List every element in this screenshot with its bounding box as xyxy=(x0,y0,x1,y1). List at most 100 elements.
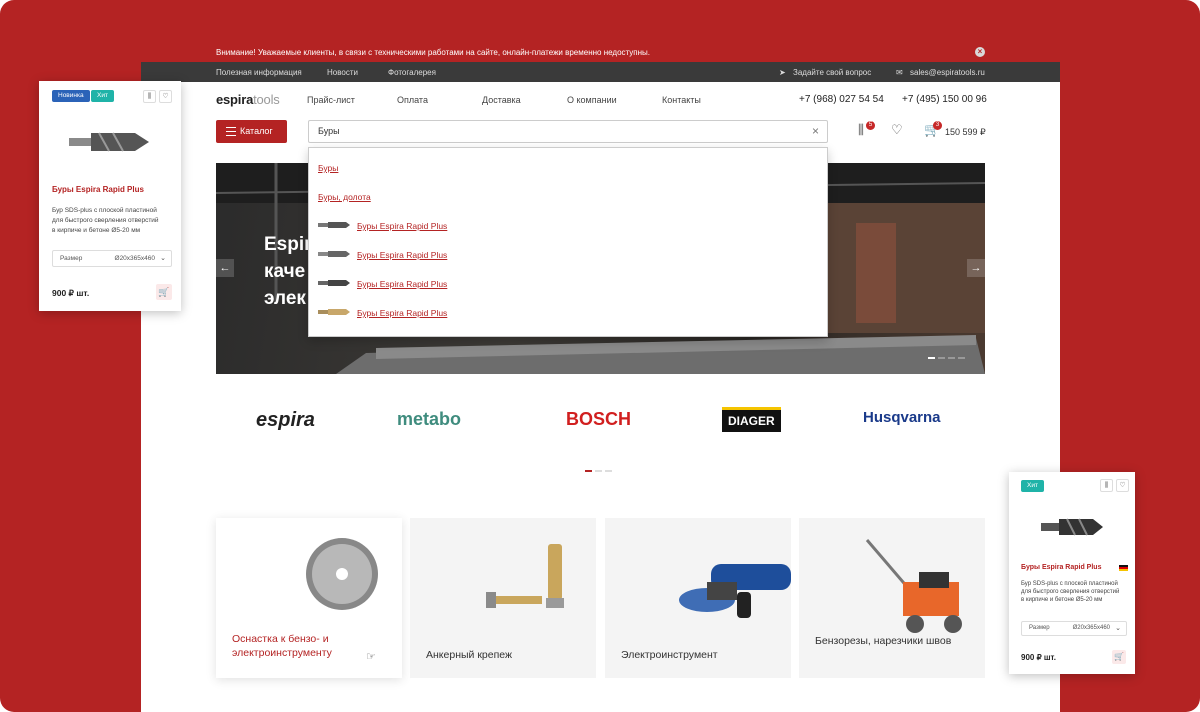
topbar-link-news[interactable]: Новости xyxy=(327,68,358,77)
product-name[interactable]: Буры Espira Rapid Plus xyxy=(52,185,144,194)
logo-text: espira xyxy=(216,92,254,107)
add-to-cart-button[interactable]: 🛒 xyxy=(1112,650,1126,664)
logo-text-suffix: tools xyxy=(253,92,280,107)
brand-logo-husqvarna[interactable]: Husqvarna xyxy=(863,409,941,426)
ask-question-link[interactable]: Задайте свой вопрос xyxy=(793,68,871,77)
chevron-down-icon: ⌄ xyxy=(160,255,166,262)
badge-hit: Хит xyxy=(1021,480,1044,492)
banner-dot[interactable] xyxy=(948,357,955,359)
brands-pagination xyxy=(585,459,615,477)
search-value: Буры xyxy=(318,126,340,136)
search-input[interactable]: Буры × xyxy=(308,120,828,143)
send-icon: ➤ xyxy=(779,68,786,77)
category-card[interactable]: Анкерный крепеж xyxy=(410,518,596,678)
anchor-bolts-image xyxy=(486,544,564,608)
notice-bar: Внимание! Уважаемые клиенты, в связи с т… xyxy=(0,44,1200,62)
topbar-link-info[interactable]: Полезная информация xyxy=(216,68,302,77)
brands-dot[interactable] xyxy=(595,470,602,472)
category-label: Электроинструмент xyxy=(621,649,718,661)
suggestion-item[interactable]: Буры Espira Rapid Plus xyxy=(357,221,447,231)
category-label: Бензорезы, нарезчики швов xyxy=(815,635,952,647)
nav-payment[interactable]: Оплата xyxy=(397,95,428,105)
heart-icon[interactable]: ♡ xyxy=(159,90,172,103)
suggestion-item[interactable]: Буры, долота xyxy=(318,192,371,202)
notice-close-button[interactable]: × xyxy=(975,47,985,57)
germany-flag-icon xyxy=(1119,565,1128,571)
badge-new: Новинка xyxy=(52,90,90,102)
clear-search-icon[interactable]: × xyxy=(812,121,819,142)
banner-dot[interactable] xyxy=(938,357,945,359)
drill-bit-image xyxy=(69,132,149,152)
cart-total[interactable]: 150 599 ₽ xyxy=(945,127,986,138)
suggestion-item[interactable]: Буры Espira Rapid Plus xyxy=(357,308,447,318)
suggestion-item[interactable]: Буры Espira Rapid Plus xyxy=(357,250,447,260)
angle-grinder-image xyxy=(679,564,791,618)
top-bar: Полезная информация Новости Фотогалерея … xyxy=(141,62,1060,82)
chevron-down-icon: ⌄ xyxy=(1115,625,1121,632)
nav-about[interactable]: О компании xyxy=(567,95,617,105)
heart-icon[interactable]: ♡ xyxy=(891,122,903,138)
category-card[interactable]: Бензорезы, нарезчики швов xyxy=(799,518,985,678)
heart-icon[interactable]: ♡ xyxy=(1116,479,1129,492)
drill-bit-image xyxy=(1041,518,1103,536)
brand-logo-bosch[interactable]: BOSCH xyxy=(566,409,631,430)
size-label: Размер xyxy=(60,255,83,262)
badge-hit: Хит xyxy=(91,90,114,102)
email-link[interactable]: sales@espiratools.ru xyxy=(910,68,985,77)
brands-dot[interactable] xyxy=(585,470,592,472)
category-card[interactable]: Оснастка к бензо- и электроинструменту ☞ xyxy=(216,518,402,678)
catalog-button[interactable]: Каталог xyxy=(216,120,287,143)
suggestion-item[interactable]: Буры xyxy=(318,163,338,173)
nav-delivery[interactable]: Доставка xyxy=(482,95,521,105)
phone-1[interactable]: +7 (968) 027 54 54 xyxy=(799,94,884,105)
website: Полезная информация Новости Фотогалерея … xyxy=(141,62,1060,712)
cart-badge: 3 xyxy=(933,121,942,130)
phone-2[interactable]: +7 (495) 150 00 96 xyxy=(902,94,987,105)
suggestion-item[interactable]: Буры Espira Rapid Plus xyxy=(357,279,447,289)
nav-contacts[interactable]: Контакты xyxy=(662,95,701,105)
saw-blade-image xyxy=(306,538,378,610)
drill-thumbnail xyxy=(318,222,350,228)
banner-pagination xyxy=(925,346,965,364)
drill-thumbnail xyxy=(318,280,350,286)
add-to-cart-button[interactable]: 🛒 xyxy=(156,284,172,300)
compare-badge: 5 xyxy=(866,121,875,130)
drill-thumbnail xyxy=(318,309,350,315)
brands-dot[interactable] xyxy=(605,470,612,472)
floor-saw-image xyxy=(865,539,962,633)
product-card-left[interactable]: Новинка Хит ⫼ ♡ Буры Espira Rapid Plus Б… xyxy=(39,81,181,311)
product-price: 900 ₽ шт. xyxy=(1021,653,1056,662)
banner-dot[interactable] xyxy=(928,357,935,359)
hand-pointer-icon: ☞ xyxy=(366,651,376,663)
size-label: Размер xyxy=(1029,625,1050,631)
search-suggestions: Буры Буры, долота Буры Espira Rapid Plus… xyxy=(308,147,828,337)
compare-icon[interactable]: ⫼ xyxy=(143,90,156,103)
catalog-label: Каталог xyxy=(240,126,273,136)
menu-icon xyxy=(226,127,236,136)
topbar-link-gallery[interactable]: Фотогалерея xyxy=(388,68,436,77)
size-select[interactable]: Размер Ø20x365x460 ⌄ xyxy=(52,250,172,267)
cart-icon[interactable]: 🛒 3 xyxy=(924,121,942,138)
size-value: Ø20x365x460 xyxy=(114,255,155,262)
brand-logo-espira[interactable]: espira xyxy=(256,409,315,432)
product-description: Бур SDS-plus с плоской пластиной для быс… xyxy=(52,207,159,234)
product-price: 900 ₽ шт. xyxy=(52,288,90,298)
product-name[interactable]: Буры Espira Rapid Plus xyxy=(1021,564,1101,571)
nav-price-list[interactable]: Прайс-лист xyxy=(307,95,355,105)
compare-icon[interactable]: ⫼ 5 xyxy=(858,121,875,138)
banner-dot[interactable] xyxy=(958,357,965,359)
product-description: Бур SDS-plus с плоской пластиной для быс… xyxy=(1021,581,1120,603)
brand-logo-metabo[interactable]: metabo xyxy=(397,409,461,430)
banner-next-button[interactable]: → xyxy=(967,259,985,277)
background-stage: Внимание! Уважаемые клиенты, в связи с т… xyxy=(0,0,1200,712)
site-logo[interactable]: espiratools xyxy=(216,92,280,107)
compare-icon[interactable]: ⫼ xyxy=(1100,479,1113,492)
product-card-right[interactable]: Хит ⫼ ♡ Буры Espira Rapid Plus Бур SDS-p… xyxy=(1009,472,1135,674)
size-select[interactable]: Размер Ø20x365x460 ⌄ xyxy=(1021,621,1127,636)
category-card[interactable]: Электроинструмент xyxy=(605,518,791,678)
category-label: Оснастка к бензо- и электроинструменту xyxy=(232,633,332,659)
banner-prev-button[interactable]: ← xyxy=(216,259,234,277)
size-value: Ø20x365x460 xyxy=(1072,625,1110,631)
notice-text: Внимание! Уважаемые клиенты, в связи с т… xyxy=(216,48,650,57)
brand-logo-diager[interactable]: DIAGER xyxy=(722,407,781,432)
